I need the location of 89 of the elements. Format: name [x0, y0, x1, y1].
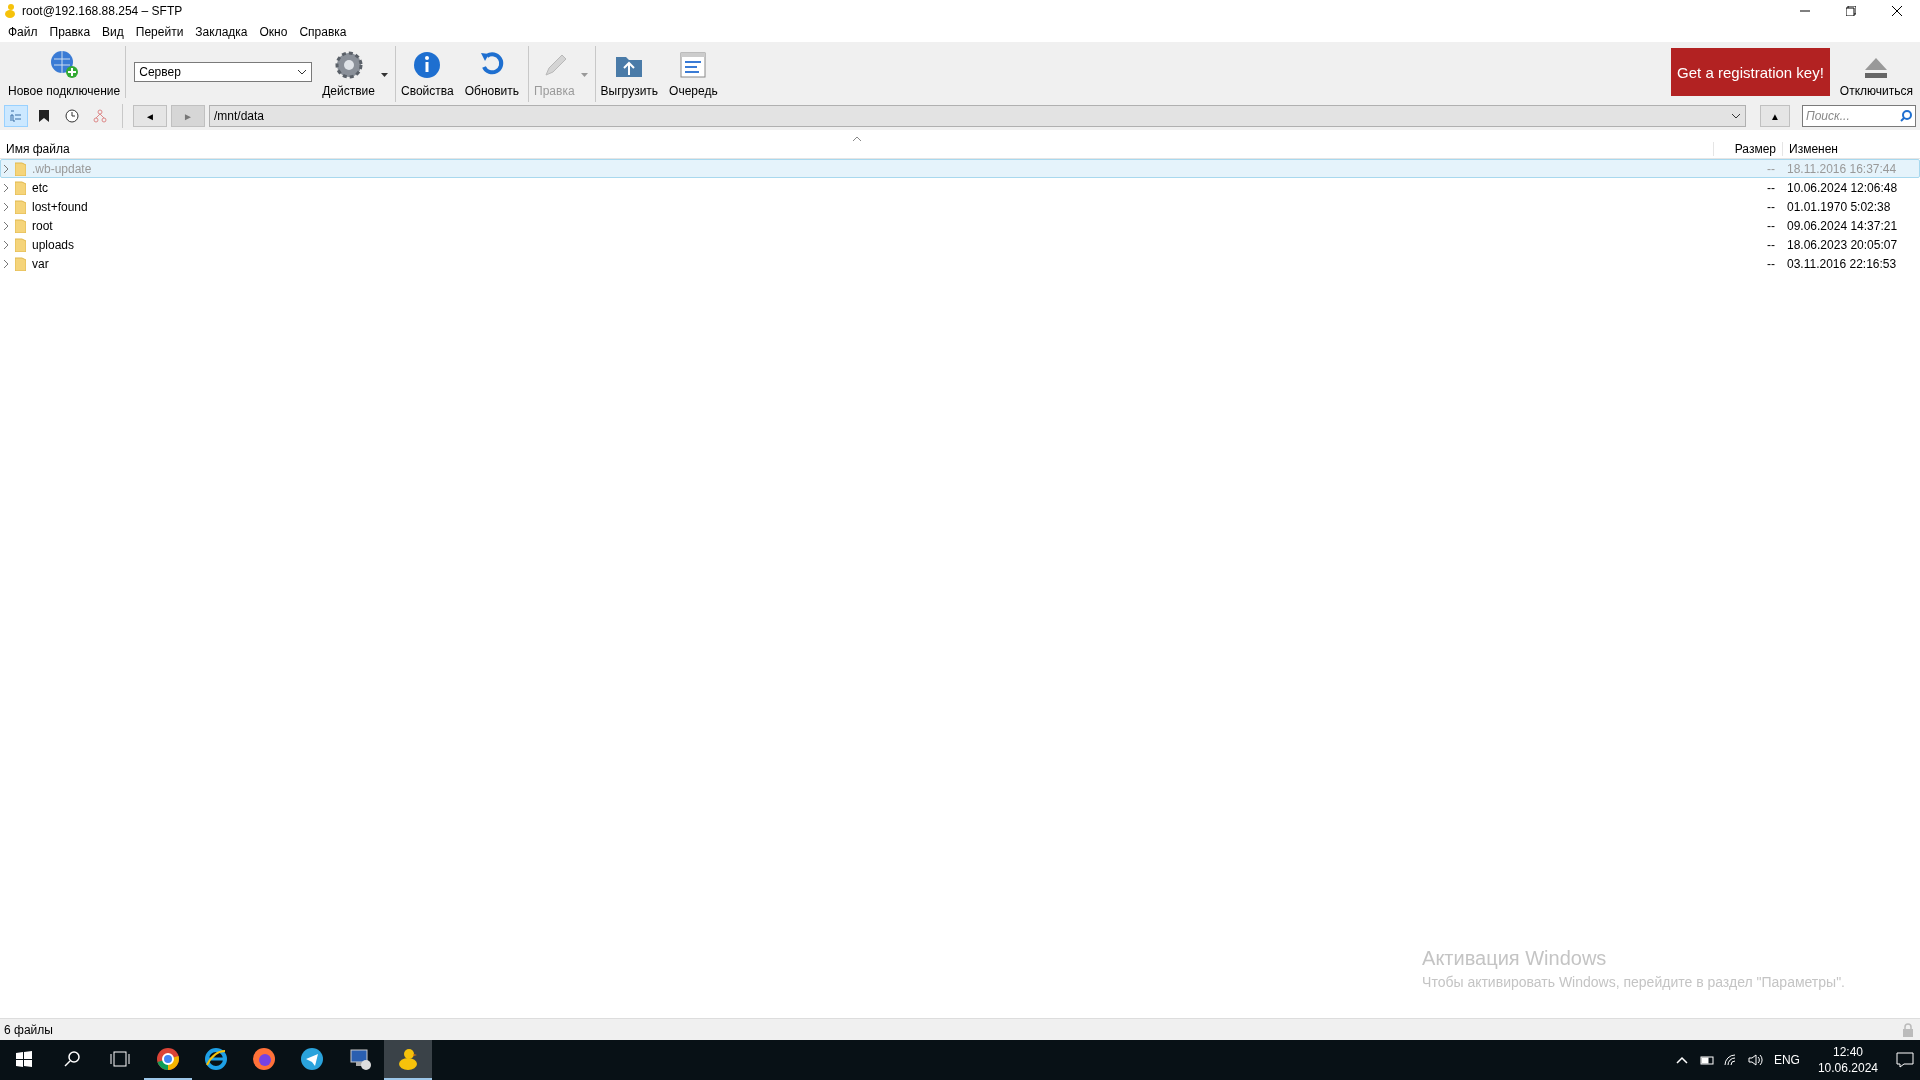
folder-icon: [15, 199, 26, 214]
file-modified: 18.11.2016 16:37:44: [1786, 161, 1898, 176]
path-field[interactable]: /mnt/data: [209, 105, 1746, 127]
chevron-down-icon: [1731, 113, 1741, 119]
file-name: var: [32, 256, 49, 271]
windows-icon: [16, 1051, 32, 1067]
restore-icon: [1846, 6, 1856, 16]
wifi-icon: [1723, 1054, 1738, 1066]
search-icon: [1900, 110, 1912, 122]
battery-icon: [1697, 1055, 1714, 1065]
file-size: --: [1766, 180, 1776, 195]
folder-icon: [15, 161, 26, 176]
clock-time[interactable]: 12:40: [1832, 1045, 1863, 1059]
folder-icon: [15, 256, 26, 271]
file-row[interactable]: etc -- 10.06.2024 12:06:48: [0, 178, 1920, 197]
back-button[interactable]: ◄: [133, 105, 167, 127]
toolbar-button[interactable]: Новое подключение: [2, 46, 126, 102]
menu-item[interactable]: Справка: [293, 25, 353, 39]
file-modified: 09.06.2024 14:37:21: [1786, 218, 1899, 233]
chevron-down-icon: [297, 69, 308, 75]
toolbar-button[interactable]: Очередь: [663, 46, 723, 102]
column-header[interactable]: Имя файла: [0, 142, 1713, 156]
column-header[interactable]: Размер: [1713, 142, 1782, 156]
toolbar-button[interactable]: Действие: [316, 46, 391, 102]
view-toggle-button[interactable]: [4, 105, 28, 127]
folder-icon: [15, 237, 26, 252]
browser-e-icon: [204, 1047, 228, 1071]
duck-icon: [4, 3, 16, 19]
column-header[interactable]: Изменен: [1782, 142, 1920, 156]
close-icon: [1892, 6, 1902, 16]
parent-folder-button[interactable]: ▲: [1760, 105, 1790, 127]
registration-button[interactable]: Get a registration key!: [1671, 48, 1830, 96]
file-modified: 18.06.2023 20:05:07: [1786, 237, 1899, 252]
file-modified: 03.11.2016 22:16:53: [1786, 256, 1898, 271]
menu-item[interactable]: Вид: [96, 25, 130, 39]
file-size: --: [1766, 199, 1776, 214]
dropdown-caret-icon: [381, 73, 388, 77]
file-name: root: [32, 218, 53, 233]
menu-item[interactable]: Окно: [253, 25, 294, 39]
file-name: etc: [32, 180, 48, 195]
clock-icon: [65, 109, 79, 123]
file-row[interactable]: root -- 09.06.2024 14:37:21: [0, 216, 1920, 235]
file-name: lost+found: [32, 199, 88, 214]
file-size: --: [1766, 256, 1776, 271]
toolbar-button[interactable]: Обновить: [458, 46, 525, 102]
disconnect-button[interactable]: Отключиться: [1833, 46, 1918, 102]
sort-caret-icon: [853, 136, 861, 141]
folder-icon: [15, 180, 26, 195]
file-row[interactable]: var -- 03.11.2016 22:16:53: [0, 254, 1920, 273]
file-name: uploads: [32, 237, 75, 252]
globe-plus-icon: [48, 49, 81, 81]
file-size: --: [1766, 237, 1776, 252]
file-modified: 10.06.2024 12:06:48: [1786, 180, 1899, 195]
status-text: 6 файлы: [4, 1022, 53, 1037]
taskbar-app[interactable]: [384, 1040, 432, 1080]
remote-desktop-icon: [348, 1047, 372, 1071]
fox-browser-icon: [252, 1047, 276, 1071]
volume-icon: [1747, 1054, 1764, 1066]
file-row[interactable]: uploads -- 18.06.2023 20:05:07: [0, 235, 1920, 254]
notification-icon: [1896, 1052, 1914, 1068]
tree-view-icon: [9, 109, 23, 123]
file-size: --: [1766, 218, 1776, 233]
folder-icon: [15, 218, 26, 233]
menu-item[interactable]: Закладка: [189, 25, 254, 39]
paper-plane-icon: [300, 1047, 324, 1071]
activation-text: Чтобы активировать Windows, перейдите в раздел "Параметры".: [1422, 974, 1845, 990]
activation-title: Активация Windows: [1422, 947, 1608, 970]
clock-date[interactable]: 10.06.2024: [1817, 1061, 1878, 1075]
file-row[interactable]: lost+found -- 01.01.1970 5:02:38: [0, 197, 1920, 216]
task-view-icon: [110, 1051, 130, 1067]
server-dropdown[interactable]: Сервер: [134, 62, 313, 82]
window-title: root@192.168.88.254 – SFTP: [22, 4, 184, 18]
menu-item[interactable]: Перейти: [129, 25, 190, 39]
toolbar-button[interactable]: Свойства: [395, 46, 459, 102]
search-icon: [64, 1051, 80, 1067]
dropdown-caret-icon: [580, 73, 588, 77]
search-field[interactable]: Поиск...: [1802, 105, 1916, 127]
file-size: --: [1766, 161, 1776, 176]
menu-item[interactable]: Правка: [43, 25, 97, 39]
file-modified: 01.01.1970 5:02:38: [1786, 199, 1892, 214]
chevron-up-icon: [1675, 1056, 1688, 1064]
menu-item[interactable]: Файл: [2, 25, 44, 39]
network-icon: [93, 109, 107, 123]
lock-icon: [1902, 1022, 1914, 1037]
chrome-icon: [156, 1047, 180, 1071]
bookmark-icon: [37, 109, 51, 123]
file-name: .wb-update: [32, 161, 92, 176]
language-indicator[interactable]: ENG: [1773, 1053, 1800, 1067]
duck-icon: [396, 1047, 420, 1071]
